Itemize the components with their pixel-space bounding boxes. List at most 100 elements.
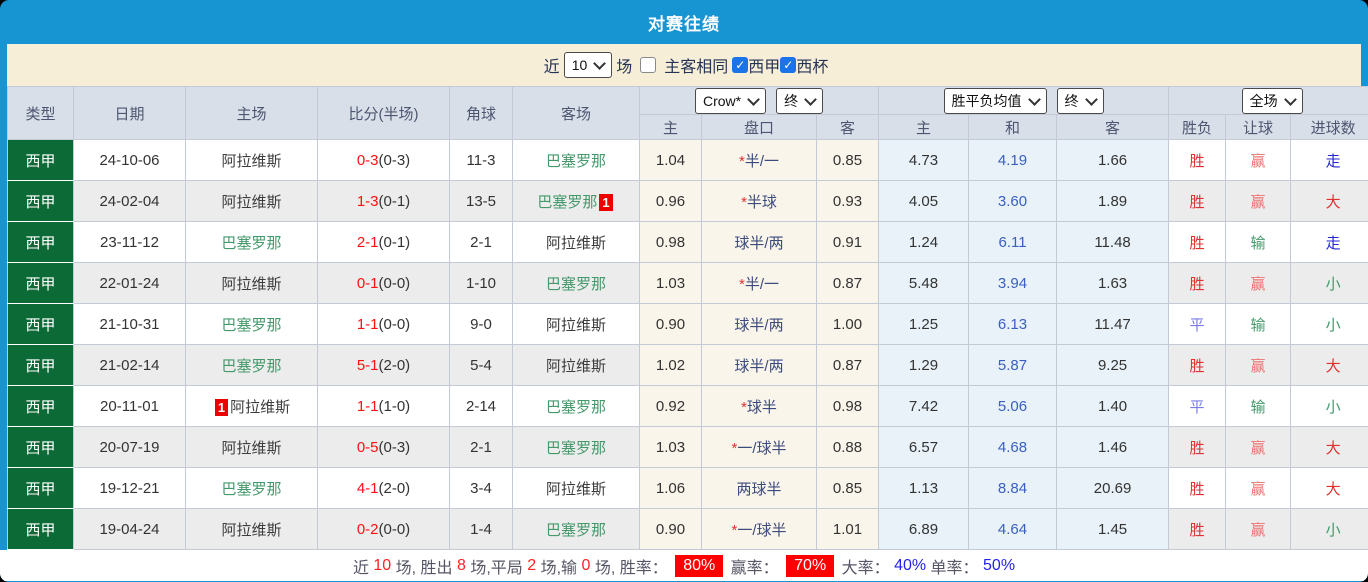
- score-cell: 0-5(0-3): [317, 426, 450, 468]
- mean-draw-odds-cell: 3.94: [968, 262, 1058, 304]
- league-checkbox-label: 西甲: [748, 59, 781, 76]
- handicap-home-odds-cell: 0.90: [639, 303, 702, 345]
- mean-home-odds-cell: 7.42: [878, 385, 970, 427]
- chevron-down-icon: [1084, 92, 1098, 106]
- summary-num: 2: [527, 556, 537, 574]
- mean-home-odds-cell: 6.89: [878, 508, 970, 550]
- away-team-cell[interactable]: 巴塞罗那: [512, 385, 640, 427]
- away-team-cell[interactable]: 阿拉维斯: [512, 303, 640, 345]
- corners-cell: 2-14: [449, 385, 513, 427]
- date-cell: 22-01-24: [73, 262, 186, 304]
- bookmaker-time-select[interactable]: 终: [776, 87, 824, 114]
- mean-draw-odds-cell: 4.19: [968, 139, 1058, 181]
- home-team-cell[interactable]: 阿拉维斯: [185, 426, 318, 468]
- handicap-away-odds-cell: 0.85: [815, 139, 880, 181]
- goals-cell: 大: [1290, 344, 1368, 386]
- subheader-handicap-away: 客: [815, 114, 880, 140]
- corners-cell: 9-0: [449, 303, 513, 345]
- handicap-away-odds-cell: 0.98: [815, 385, 880, 427]
- handicap-line-cell: 两球半: [701, 467, 817, 509]
- goals-cell: 小: [1290, 385, 1368, 427]
- subheader-handicap-result: 让球: [1225, 114, 1292, 140]
- mean-away-odds-cell: 1.46: [1056, 426, 1170, 468]
- corners-cell: 13-5: [449, 180, 513, 222]
- away-team-cell[interactable]: 巴塞罗那: [512, 426, 640, 468]
- corners-cell: 11-3: [449, 139, 513, 181]
- result-cell: 胜: [1168, 262, 1227, 304]
- date-cell: 21-10-31: [73, 303, 186, 345]
- score-cell: 0-3(0-3): [317, 139, 450, 181]
- handicap-home-odds-cell: 1.04: [639, 139, 702, 181]
- home-team-cell[interactable]: 巴塞罗那: [185, 467, 318, 509]
- col-header-date: 日期: [73, 86, 186, 140]
- chevron-down-icon: [1283, 92, 1297, 106]
- handicap-result-cell: 赢: [1225, 344, 1292, 386]
- title-bar: 对赛往绩: [0, 0, 1368, 44]
- scope-select[interactable]: 全场: [1241, 87, 1303, 114]
- mean-away-odds-cell: 11.47: [1056, 303, 1170, 345]
- away-team-cell[interactable]: 巴塞罗那: [512, 508, 640, 550]
- summary-label: 大率：: [837, 559, 895, 577]
- result-cell: 胜: [1168, 180, 1227, 222]
- result-cell: 胜: [1168, 508, 1227, 550]
- league-cell: 西甲: [7, 262, 74, 304]
- handicap-result-cell: 赢: [1225, 508, 1292, 550]
- chevron-down-icon: [1027, 92, 1041, 106]
- goals-cell: 大: [1290, 467, 1368, 509]
- handicap-away-odds-cell: 1.00: [815, 303, 880, 345]
- date-cell: 19-04-24: [73, 508, 186, 550]
- mean-away-odds-cell: 1.89: [1056, 180, 1170, 222]
- mean-odds-select[interactable]: 胜平负均值: [943, 87, 1047, 114]
- goals-cell: 大: [1290, 426, 1368, 468]
- league-cell: 西甲: [7, 467, 74, 509]
- corners-cell: 1-10: [449, 262, 513, 304]
- home-team-cell[interactable]: 阿拉维斯: [185, 508, 318, 550]
- same-venue-label: 主客相同: [664, 59, 729, 76]
- score-cell: 1-1(0-0): [317, 303, 450, 345]
- date-cell: 24-02-04: [73, 180, 186, 222]
- league-cell: 西甲: [7, 344, 74, 386]
- corners-cell: 3-4: [449, 467, 513, 509]
- summary-num: 10: [373, 556, 392, 574]
- same-venue-checkbox[interactable]: [640, 57, 657, 73]
- col-header-score: 比分(半场): [317, 86, 450, 140]
- mean-odds-time-select[interactable]: 终: [1056, 87, 1104, 114]
- away-team-cell[interactable]: 巴塞罗那: [512, 262, 640, 304]
- home-team-cell[interactable]: 阿拉维斯: [185, 139, 318, 181]
- away-team-cell[interactable]: 阿拉维斯: [512, 344, 640, 386]
- away-team-cell[interactable]: 巴塞罗那 1: [512, 180, 640, 222]
- mean-away-odds-cell: 1.45: [1056, 508, 1170, 550]
- result-group-header: 全场: [1168, 86, 1368, 115]
- handicap-away-odds-cell: 0.93: [815, 180, 880, 222]
- corners-cell: 2-1: [449, 221, 513, 263]
- table-row: 西甲 22-01-24 阿拉维斯 0-1(0-0) 1-10 巴塞罗那 1.03 *半/一 0.…: [7, 262, 1368, 304]
- handicap-line-cell: 球半/两: [701, 303, 817, 345]
- result-cell: 胜: [1168, 221, 1227, 263]
- handicap-away-odds-cell: 0.87: [815, 262, 880, 304]
- summary-num: 0: [581, 556, 591, 574]
- home-team-cell[interactable]: 巴塞罗那: [185, 344, 318, 386]
- away-team-cell[interactable]: 阿拉维斯: [512, 467, 640, 509]
- home-team-cell[interactable]: 1 阿拉维斯: [185, 385, 318, 427]
- away-team-cell[interactable]: 巴塞罗那: [512, 139, 640, 181]
- handicap-line-cell: 球半/两: [701, 221, 817, 263]
- bookmaker-select[interactable]: Crow*: [694, 87, 767, 114]
- mean-draw-odds-cell: 3.60: [968, 180, 1058, 222]
- history-table: 类型 日期 主场 比分(半场) 角球 客场 Crow* 终 胜平负均值 终 全场…: [7, 86, 1368, 550]
- home-team-cell[interactable]: 巴塞罗那: [185, 303, 318, 345]
- handicap-home-odds-cell: 1.02: [639, 344, 702, 386]
- cup-checkbox[interactable]: [780, 57, 797, 73]
- table-row: 西甲 19-04-24 阿拉维斯 0-2(0-0) 1-4 巴塞罗那 0.90 *一/球半 1.…: [7, 508, 1368, 550]
- home-team-cell[interactable]: 巴塞罗那: [185, 221, 318, 263]
- away-team-cell[interactable]: 阿拉维斯: [512, 221, 640, 263]
- mean-draw-odds-cell: 5.87: [968, 344, 1058, 386]
- match-count-select[interactable]: 10: [563, 52, 613, 78]
- score-cell: 1-3(0-1): [317, 180, 450, 222]
- home-team-cell[interactable]: 阿拉维斯: [185, 180, 318, 222]
- mean-draw-odds-cell: 8.84: [968, 467, 1058, 509]
- score-cell: 5-1(2-0): [317, 344, 450, 386]
- score-cell: 0-1(0-0): [317, 262, 450, 304]
- home-team-cell[interactable]: 阿拉维斯: [185, 262, 318, 304]
- summary-label: 赢率：: [726, 559, 784, 577]
- league-checkbox[interactable]: [732, 57, 749, 73]
